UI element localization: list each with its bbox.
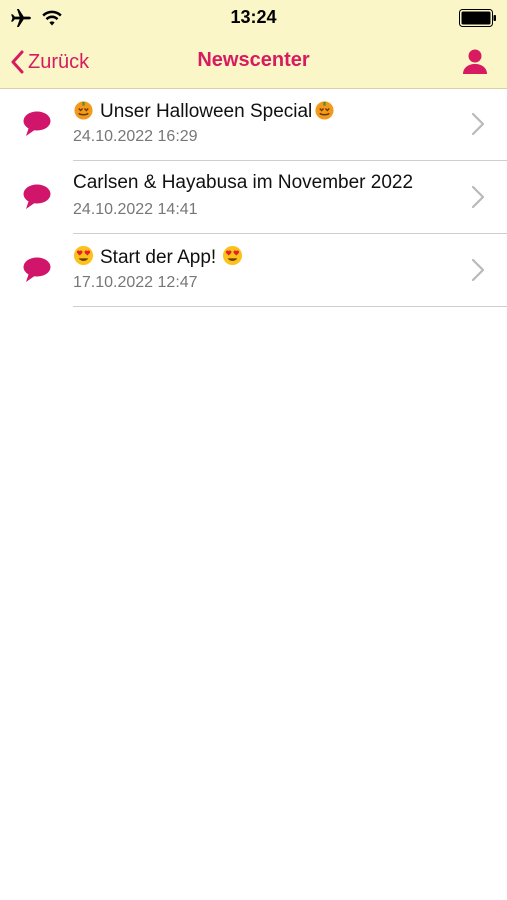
speech-bubble-icon	[23, 184, 51, 209]
news-item[interactable]: Unser Halloween Special 24.10.2022 16:29	[0, 88, 507, 161]
pumpkin-icon	[74, 101, 93, 120]
status-bar: 13:24	[0, 0, 507, 36]
speech-bubble-icon	[23, 111, 51, 136]
news-item-title: Carlsen & Hayabusa im November 2022	[73, 172, 413, 194]
news-list: Unser Halloween Special 24.10.2022 16:29…	[0, 88, 507, 307]
chevron-right-icon	[471, 258, 485, 282]
news-item-title: Start der App!	[73, 245, 243, 269]
navigation-bar: Zurück Newscenter	[0, 40, 507, 84]
divider	[73, 306, 507, 307]
profile-icon	[463, 49, 487, 74]
status-time: 13:24	[230, 7, 277, 27]
news-item-date: 24.10.2022 16:29	[73, 128, 198, 145]
speech-bubble-icon	[23, 257, 51, 282]
header: 13:24 Zurück Newscenter	[0, 0, 507, 89]
heart-eyes-icon	[223, 245, 243, 266]
pumpkin-icon	[315, 101, 334, 120]
news-item-title-text: Carlsen & Hayabusa im November 2022	[73, 172, 414, 193]
news-item[interactable]: Carlsen & Hayabusa im November 2022 24.1…	[0, 161, 507, 234]
chevron-right-icon	[471, 185, 485, 209]
battery-icon	[459, 9, 496, 27]
news-item-title-text: Start der App!	[100, 247, 217, 268]
heart-eyes-icon	[73, 245, 94, 266]
battery-indicator	[459, 9, 497, 32]
news-item[interactable]: Start der App! 17.10.2022 12:47	[0, 234, 507, 307]
news-item-title: Unser Halloween Special	[73, 99, 335, 123]
profile-button[interactable]	[461, 48, 489, 76]
page-title: Newscenter	[197, 49, 310, 71]
news-item-date: 17.10.2022 12:47	[73, 274, 198, 291]
news-item-date: 24.10.2022 14:41	[73, 201, 198, 218]
news-item-title-text: Unser Halloween Special	[100, 101, 313, 122]
chevron-right-icon	[471, 112, 485, 136]
